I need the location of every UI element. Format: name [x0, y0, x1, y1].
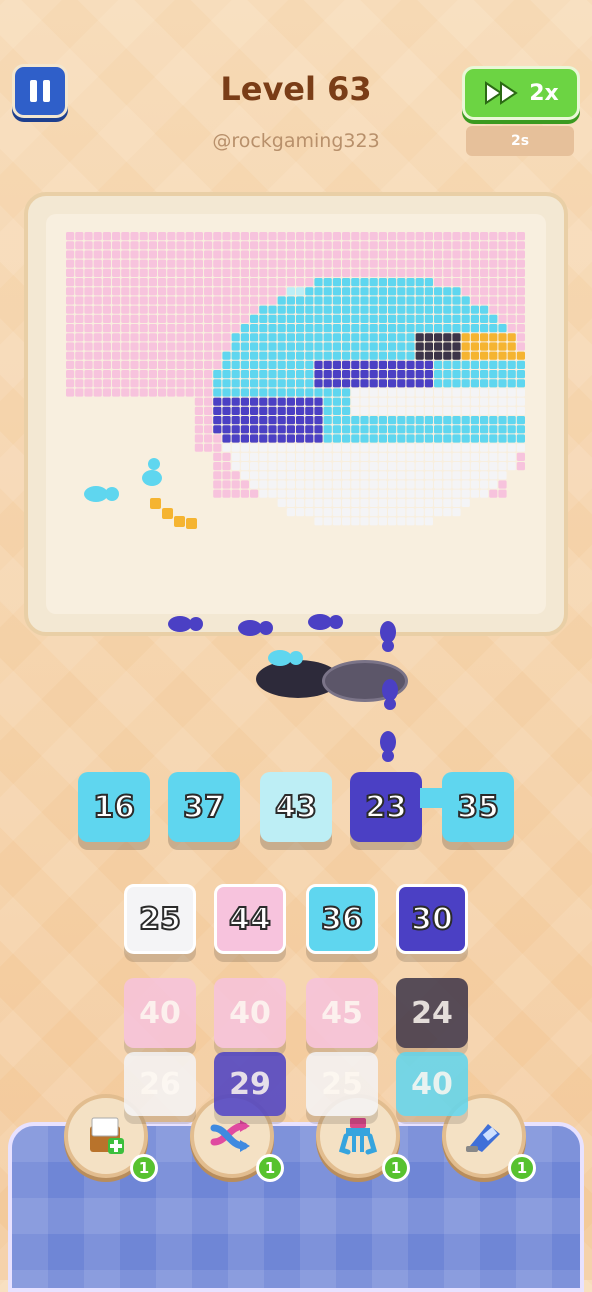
slot-tile: 43: [260, 772, 332, 842]
ant-sprite: [84, 458, 398, 762]
booster-shuffle-count: 1: [256, 1154, 284, 1182]
queue-tile[interactable]: 44: [214, 884, 286, 954]
queue-tile: 40: [124, 978, 196, 1048]
slot-tile: 37: [168, 772, 240, 842]
booster-add-slot-count: 1: [130, 1154, 158, 1182]
queue-tile: 25: [306, 1052, 378, 1116]
queue-tile[interactable]: 25: [124, 884, 196, 954]
slot-tile: 16: [78, 772, 150, 842]
slot-connector: [420, 788, 446, 808]
queue-tile: 40: [396, 1052, 468, 1116]
booster-magnet-count: 1: [382, 1154, 410, 1182]
queue-tile: 40: [214, 978, 286, 1048]
ant-trail: [84, 458, 398, 762]
queue-tile[interactable]: 30: [396, 884, 468, 954]
queue-tile: 24: [396, 978, 468, 1048]
queue-tile: 29: [214, 1052, 286, 1116]
shuffle-icon: [210, 1120, 250, 1152]
add-box-icon: [90, 1117, 124, 1154]
slot-tile: 35: [442, 772, 514, 842]
slot-tile: 23: [350, 772, 422, 842]
magnet-icon: [338, 1118, 378, 1155]
queue-tile: 45: [306, 978, 378, 1048]
booster-vacuum-count: 1: [508, 1154, 536, 1182]
queue-tile: 26: [124, 1052, 196, 1116]
queue-tile[interactable]: 36: [306, 884, 378, 954]
vacuum-icon: [466, 1124, 500, 1152]
